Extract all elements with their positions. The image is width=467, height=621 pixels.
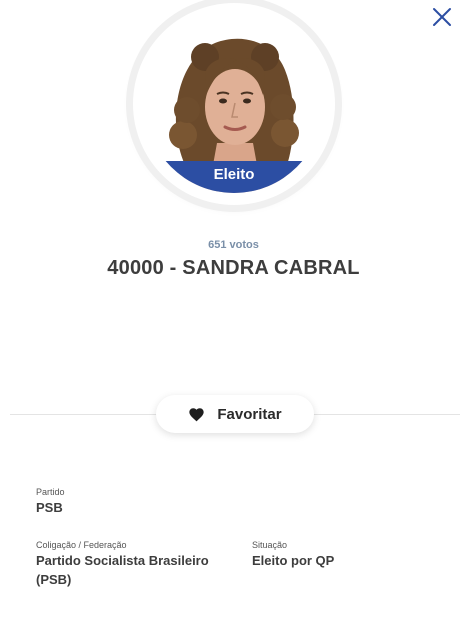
coalition-value: Partido Socialista Brasileiro (PSB) [36, 553, 209, 587]
heart-icon [189, 407, 205, 421]
candidate-photo: Eleito [145, 15, 323, 193]
favorite-label: Favoritar [217, 405, 282, 423]
favorite-button[interactable]: Favoritar [156, 395, 314, 433]
close-icon [433, 8, 451, 26]
situation-value: Eleito por QP [252, 553, 335, 568]
avatar-frame: Eleito [133, 3, 335, 205]
coalition-label: Coligação / Federação [36, 540, 127, 550]
situation-label: Situação [252, 540, 288, 550]
party-label: Partido [36, 487, 65, 497]
close-button[interactable] [430, 5, 454, 29]
party-value: PSB [36, 500, 63, 515]
candidate-name: 40000 - SANDRA CABRAL [107, 257, 360, 279]
vote-count: 651 votos [208, 239, 259, 251]
status-badge: Eleito [145, 161, 323, 193]
